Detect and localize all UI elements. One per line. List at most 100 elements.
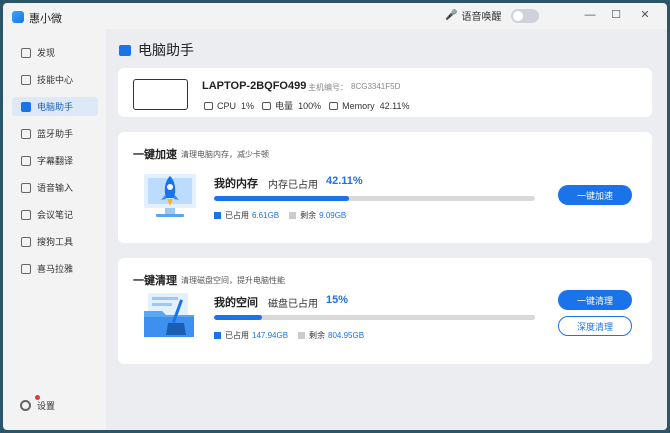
memory-value: 42.11% bbox=[379, 100, 410, 111]
disk-progress-bar bbox=[214, 315, 535, 320]
page-title: 电脑助手 bbox=[119, 40, 194, 60]
subtitle-icon bbox=[21, 155, 31, 166]
clean-title: 一键清理 bbox=[133, 275, 177, 287]
main-content: 电脑助手 LAPTOP-2BQFO499 主机编号： 8CG3341F5D CP… bbox=[106, 29, 667, 430]
sidebar-item-meeting-notes[interactable]: 会议笔记 bbox=[12, 205, 98, 224]
device-card: LAPTOP-2BQFO499 主机编号： 8CG3341F5D CPU 1% … bbox=[118, 68, 652, 117]
clean-subtitle: 清理磁盘空间，提升电脑性能 bbox=[181, 276, 285, 285]
app-title: 惠小微 bbox=[29, 13, 62, 25]
memory-legend: 已占用 6.61GB 剩余 9.09GB bbox=[214, 210, 346, 221]
sidebar-item-bluetooth[interactable]: 蓝牙助手 bbox=[12, 124, 98, 143]
sidebar-item-label: 字幕翻译 bbox=[37, 156, 74, 166]
host-id: 8CG3341F5D bbox=[351, 82, 401, 91]
battery-stat: 电量 100% bbox=[262, 99, 321, 112]
cpu-icon bbox=[204, 101, 213, 110]
gear-icon bbox=[20, 400, 31, 411]
memory-used-label: 已占用 bbox=[225, 211, 249, 220]
sidebar-item-skills[interactable]: 技能中心 bbox=[12, 70, 98, 89]
memory-usage-title: 我的内存 bbox=[214, 178, 258, 190]
notes-icon bbox=[21, 209, 31, 220]
sidebar-item-ximalaya[interactable]: 喜马拉雅 bbox=[12, 259, 98, 278]
disk-usage-label: 磁盘已占用 bbox=[268, 299, 318, 310]
settings-button[interactable]: 设置 bbox=[20, 399, 55, 412]
notification-dot bbox=[35, 395, 40, 400]
sidebar-item-label: 会议笔记 bbox=[37, 210, 74, 220]
voice-wake-toggle[interactable] bbox=[511, 8, 540, 23]
title-bar: 惠小微 🎤 语音唤醒 — ☐ ✕ bbox=[3, 3, 667, 29]
sidebar-item-label: 电脑助手 bbox=[37, 102, 74, 112]
sidebar-item-label: 蓝牙助手 bbox=[37, 129, 74, 139]
sidebar-item-sogou-tools[interactable]: 搜狗工具 bbox=[12, 232, 98, 251]
toggle-knob bbox=[513, 10, 524, 21]
voice-wake: 🎤 语音唤醒 bbox=[445, 8, 540, 23]
free-swatch bbox=[289, 212, 297, 219]
battery-value: 100% bbox=[298, 100, 322, 111]
deep-clean-button[interactable]: 深度清理 bbox=[558, 316, 632, 336]
cpu-stat: CPU 1% bbox=[204, 99, 254, 112]
sidebar-item-voice-input[interactable]: 语音输入 bbox=[12, 178, 98, 197]
minimize-button[interactable]: — bbox=[580, 7, 600, 23]
speedup-title: 一键加速 bbox=[133, 149, 177, 161]
rocket-illustration bbox=[144, 174, 196, 217]
folder-broom-illustration bbox=[144, 293, 194, 337]
used-swatch bbox=[214, 212, 221, 219]
cpu-value: 1% bbox=[241, 100, 255, 111]
disk-usage-title: 我的空间 bbox=[214, 297, 258, 309]
memory-free-value: 9.09GB bbox=[319, 211, 347, 220]
clean-card: 一键清理 清理磁盘空间，提升电脑性能 我的空间 磁盘已占用 15% 已占用 14… bbox=[118, 258, 652, 364]
disk-free-label: 剩余 bbox=[309, 331, 326, 340]
sidebar-item-label: 喜马拉雅 bbox=[37, 264, 74, 274]
sidebar-item-label: 语音输入 bbox=[37, 183, 74, 193]
page-title-text: 电脑助手 bbox=[138, 42, 194, 58]
sidebar-item-subtitle[interactable]: 字幕翻译 bbox=[12, 151, 98, 170]
pc-assistant-icon bbox=[119, 44, 131, 56]
disk-legend: 已占用 147.94GB 剩余 804.95GB bbox=[214, 330, 364, 341]
puzzle-icon bbox=[21, 74, 31, 85]
memory-usage-label: 内存已占用 bbox=[268, 180, 318, 191]
microphone-icon bbox=[21, 182, 31, 193]
battery-icon bbox=[262, 101, 272, 110]
device-name: LAPTOP-2BQFO499 bbox=[202, 80, 307, 92]
host-id-label: 主机编号： bbox=[308, 83, 348, 92]
close-button[interactable]: ✕ bbox=[635, 7, 655, 23]
toolbox-icon bbox=[21, 236, 31, 247]
compass-icon bbox=[21, 47, 31, 58]
voice-wake-icon: 🎤 bbox=[445, 10, 458, 21]
sidebar-item-label: 技能中心 bbox=[37, 75, 74, 85]
sidebar: 发现 技能中心 电脑助手 蓝牙助手 字幕翻译 语音输入 会议笔记 搜狗工具 喜马… bbox=[3, 29, 106, 430]
settings-label: 设置 bbox=[37, 401, 56, 411]
free-swatch bbox=[298, 332, 306, 339]
sidebar-item-pc-assistant[interactable]: 电脑助手 bbox=[12, 97, 98, 116]
used-swatch bbox=[214, 332, 221, 339]
sidebar-item-label: 发现 bbox=[37, 48, 56, 58]
battery-label: 电量 bbox=[275, 101, 294, 111]
cpu-label: CPU bbox=[217, 100, 237, 111]
memory-icon bbox=[329, 101, 339, 110]
clean-button[interactable]: 一键清理 bbox=[558, 290, 632, 310]
sidebar-item-discover[interactable]: 发现 bbox=[12, 43, 98, 62]
app-window: 惠小微 🎤 语音唤醒 — ☐ ✕ 发现 技能中心 电脑助手 蓝牙助手 字幕翻译 … bbox=[3, 3, 667, 430]
disk-used-label: 已占用 bbox=[225, 331, 249, 340]
disk-progress-fill bbox=[214, 315, 263, 320]
disk-used-value: 147.94GB bbox=[252, 331, 289, 340]
sidebar-item-label: 搜狗工具 bbox=[37, 237, 74, 247]
memory-progress-bar bbox=[214, 196, 535, 201]
bluetooth-icon bbox=[21, 128, 31, 139]
monitor-icon bbox=[21, 101, 31, 112]
headphones-icon bbox=[21, 263, 31, 274]
memory-used-value: 6.61GB bbox=[252, 211, 280, 220]
app-logo-icon bbox=[12, 11, 24, 23]
speedup-button[interactable]: 一键加速 bbox=[558, 185, 632, 205]
maximize-button[interactable]: ☐ bbox=[606, 7, 626, 23]
disk-free-value: 804.95GB bbox=[328, 331, 365, 340]
memory-free-label: 剩余 bbox=[300, 211, 317, 220]
memory-stat: Memory 42.11% bbox=[329, 99, 410, 112]
memory-label: Memory bbox=[342, 100, 375, 111]
speedup-subtitle: 清理电脑内存，减少卡顿 bbox=[181, 150, 269, 159]
voice-wake-label: 语音唤醒 bbox=[461, 12, 502, 23]
disk-usage-pct: 15% bbox=[326, 294, 349, 306]
device-stats: CPU 1% 电量 100% Memory 42.11% bbox=[204, 99, 418, 112]
memory-progress-fill bbox=[214, 196, 350, 201]
laptop-icon bbox=[133, 79, 188, 110]
memory-usage-pct: 42.11% bbox=[326, 175, 363, 187]
